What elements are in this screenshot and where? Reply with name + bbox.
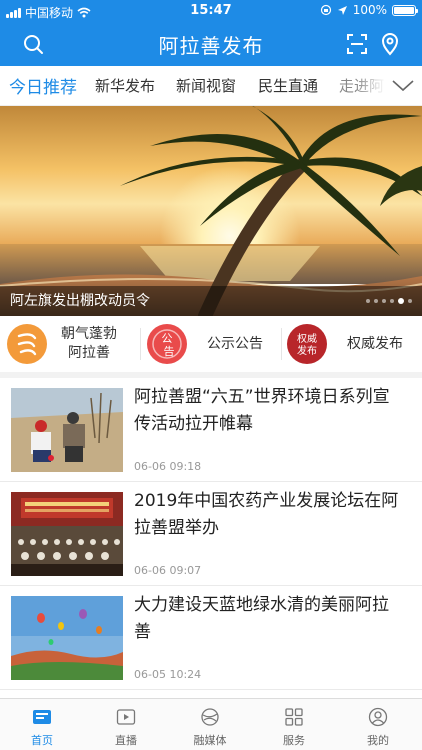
location-icon[interactable] bbox=[378, 32, 402, 56]
app-screen: 中国移动 15:47 100% 阿拉善发布 今日推荐 新华发布 新闻视窗 民生直… bbox=[0, 0, 422, 750]
banner-image bbox=[0, 106, 422, 316]
nav-label: 融媒体 bbox=[193, 734, 227, 747]
carousel-dot bbox=[374, 299, 378, 303]
status-right: 100% bbox=[320, 3, 418, 17]
news-time: 06-06 09:18 bbox=[134, 460, 202, 473]
news-item[interactable]: 大力建设天蓝地绿水清的美丽阿拉善 06-05 10:24 bbox=[0, 586, 422, 690]
media-icon bbox=[201, 708, 219, 726]
tabs-more-button[interactable] bbox=[384, 66, 422, 105]
category-tabs: 今日推荐 新华发布 新闻视窗 民生直通 走进阿 bbox=[0, 66, 422, 106]
tab-livelihood[interactable]: 民生直通 bbox=[258, 75, 318, 96]
nav-media[interactable]: 融媒体 bbox=[168, 699, 252, 750]
tab-fade bbox=[356, 66, 386, 105]
tab-news-window[interactable]: 新闻视窗 bbox=[176, 75, 236, 96]
chevron-down-icon bbox=[392, 80, 414, 92]
battery-percent: 100% bbox=[352, 3, 387, 17]
channel-label: 权威发布 bbox=[347, 335, 403, 352]
channel-label: 公示公告 bbox=[207, 335, 263, 352]
carousel-dot-active bbox=[398, 298, 404, 304]
battery-icon bbox=[392, 4, 418, 16]
channel-gonggao[interactable]: 公 告 公示公告 bbox=[147, 316, 263, 372]
news-time: 06-05 10:24 bbox=[134, 668, 202, 681]
svg-text:发布: 发布 bbox=[297, 344, 317, 357]
bottom-nav: 首页 直播 融媒体 服务 我的 bbox=[0, 698, 422, 750]
news-time: 06-06 09:07 bbox=[134, 564, 202, 577]
services-grid-icon bbox=[285, 708, 303, 726]
banner-carousel[interactable]: 阿左旗发出棚改动员令 bbox=[0, 106, 422, 316]
carousel-dot bbox=[390, 299, 394, 303]
news-thumbnail bbox=[11, 492, 123, 576]
status-bar: 中国移动 15:47 100% bbox=[0, 0, 422, 22]
carousel-dot bbox=[382, 299, 386, 303]
nav-home[interactable]: 首页 bbox=[0, 699, 84, 750]
carousel-dot bbox=[408, 299, 412, 303]
channel-label: 朝气蓬勃 阿拉善 bbox=[61, 326, 117, 361]
news-title: 2019年中国农药产业发展论坛在阿拉善盟举办 bbox=[134, 491, 399, 538]
scan-icon[interactable] bbox=[345, 32, 369, 56]
nav-profile[interactable]: 我的 bbox=[336, 699, 420, 750]
channel-divider bbox=[281, 328, 282, 360]
nav-label: 首页 bbox=[31, 734, 53, 747]
news-title: 大力建设天蓝地绿水清的美丽阿拉善 bbox=[134, 595, 389, 642]
live-play-icon bbox=[116, 709, 136, 725]
location-arrow-icon bbox=[337, 5, 347, 15]
nav-label: 服务 bbox=[283, 734, 305, 747]
quanwei-logo-icon: 权威 发布 bbox=[287, 324, 327, 364]
profile-icon bbox=[368, 707, 388, 727]
app-header: 阿拉善发布 bbox=[0, 22, 422, 66]
gonggao-logo-icon: 公 告 bbox=[147, 324, 187, 364]
news-item[interactable]: 阿拉善盟“六五”世界环境日系列宣传活动拉开帷幕 06-06 09:18 bbox=[0, 378, 422, 482]
carousel-indicator bbox=[366, 298, 412, 304]
nav-live[interactable]: 直播 bbox=[84, 699, 168, 750]
svg-text:告: 告 bbox=[164, 345, 175, 358]
channel-quanwei[interactable]: 权威 发布 权威发布 bbox=[287, 316, 403, 372]
news-title: 阿拉善盟“六五”世界环境日系列宣传活动拉开帷幕 bbox=[134, 387, 390, 434]
carousel-dot bbox=[366, 299, 370, 303]
svg-text:公: 公 bbox=[162, 332, 173, 345]
channel-divider bbox=[140, 328, 141, 360]
home-icon bbox=[33, 710, 51, 724]
channel-shortcuts: 朝气蓬勃 阿拉善 公 告 公示公告 权威 发布 权威发布 bbox=[0, 316, 422, 378]
banner-caption: 阿左旗发出棚改动员令 bbox=[0, 286, 422, 316]
news-item[interactable]: 2019年中国农药产业发展论坛在阿拉善盟举办 06-06 09:07 bbox=[0, 482, 422, 586]
news-thumbnail bbox=[11, 388, 123, 472]
tab-xinhua[interactable]: 新华发布 bbox=[95, 75, 155, 96]
news-thumbnail bbox=[11, 596, 123, 680]
zhaoqi-logo-icon bbox=[7, 324, 47, 364]
svg-text:权威: 权威 bbox=[297, 332, 317, 345]
tab-today[interactable]: 今日推荐 bbox=[9, 73, 77, 98]
nav-services[interactable]: 服务 bbox=[252, 699, 336, 750]
nav-label: 直播 bbox=[115, 734, 137, 747]
channel-zhaoqi[interactable]: 朝气蓬勃 阿拉善 bbox=[7, 316, 117, 372]
rotation-lock-icon bbox=[320, 4, 331, 16]
nav-label: 我的 bbox=[367, 734, 389, 747]
